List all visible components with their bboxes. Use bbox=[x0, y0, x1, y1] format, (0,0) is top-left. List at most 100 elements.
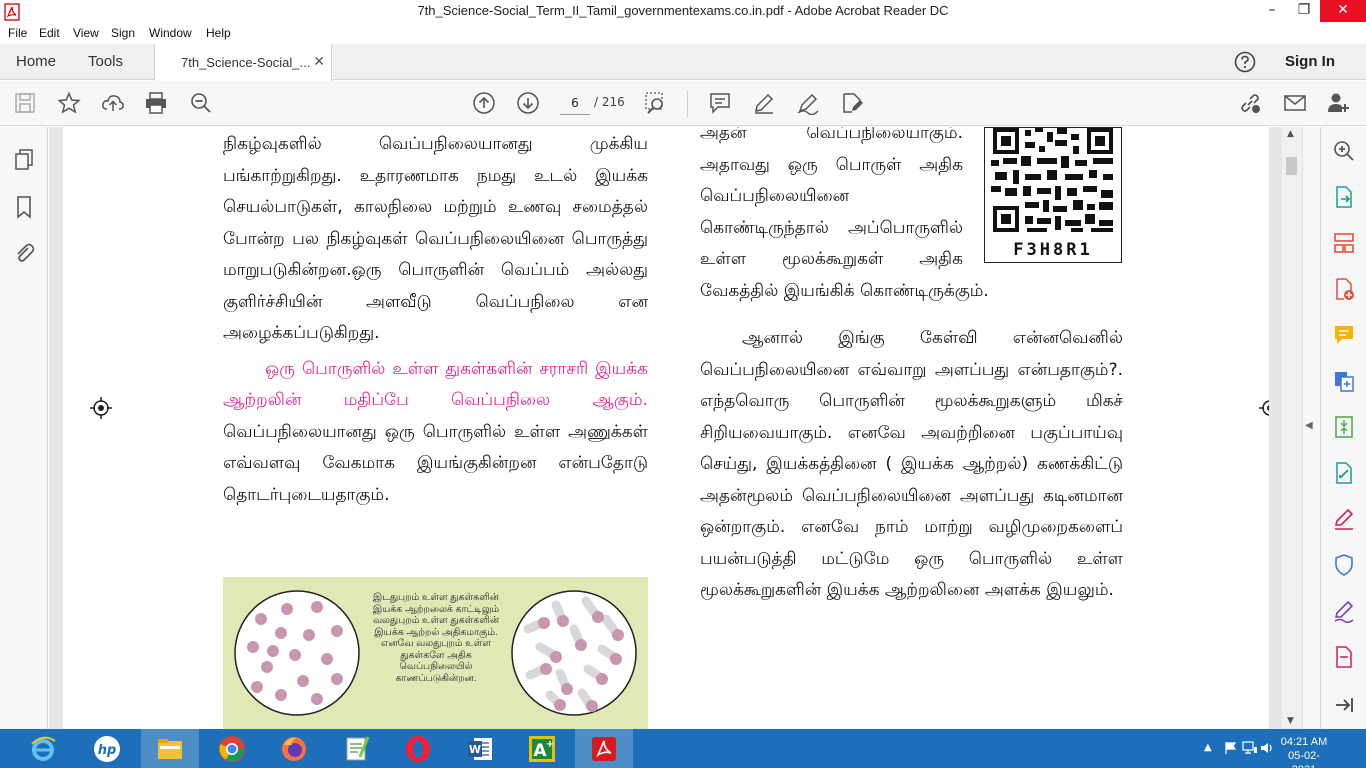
tab-bar: Home Tools 7th_Science-Social_... ✕ Sign… bbox=[0, 44, 1366, 81]
marquee-zoom-icon[interactable] bbox=[644, 91, 668, 115]
draw-freehand-icon[interactable] bbox=[796, 91, 820, 115]
bookmarks-icon[interactable] bbox=[12, 195, 36, 219]
volume-icon[interactable] bbox=[1260, 741, 1274, 755]
acrobat-reader-icon bbox=[592, 737, 616, 761]
taskbar-file-explorer[interactable] bbox=[141, 729, 199, 768]
notepad-plus-icon bbox=[346, 736, 370, 761]
network-icon[interactable] bbox=[1242, 741, 1258, 755]
taskbar-internet-explorer[interactable] bbox=[14, 729, 72, 768]
send-for-signature-icon[interactable] bbox=[1332, 599, 1356, 623]
pan-crosshair-icon bbox=[90, 397, 112, 419]
taskbar-hp[interactable]: hp bbox=[78, 729, 136, 768]
main-toolbar: 6 / 216 bbox=[0, 81, 1366, 126]
bookmark-star-icon[interactable] bbox=[57, 91, 81, 115]
minimize-button[interactable]: – bbox=[1258, 0, 1286, 22]
clock-date: 05-02-2021 bbox=[1288, 750, 1320, 768]
pan-crosshair-right-icon bbox=[1259, 400, 1269, 416]
word-icon: W bbox=[468, 738, 492, 760]
search-zoom-icon[interactable] bbox=[1332, 139, 1356, 163]
close-window-button[interactable]: ✕ bbox=[1320, 0, 1366, 22]
slow-particles-diagram bbox=[234, 590, 360, 716]
taskbar-opera[interactable] bbox=[389, 729, 447, 768]
edit-pdf-icon[interactable] bbox=[1332, 461, 1356, 485]
chrome-icon bbox=[219, 736, 245, 762]
pdf-page: நிகழ்வுகளில் வெப்பநிலையானது முக்கிய பங்க… bbox=[63, 127, 1269, 729]
menu-view[interactable]: View bbox=[73, 26, 99, 40]
organize-pages-icon[interactable] bbox=[1332, 231, 1356, 255]
scroll-up-icon[interactable]: ▲ bbox=[1287, 129, 1294, 139]
maximize-button[interactable]: ❐ bbox=[1290, 0, 1318, 22]
page-thumbnails-icon[interactable] bbox=[12, 147, 36, 171]
fill-sign-tool-icon[interactable] bbox=[1332, 507, 1356, 531]
comment-icon[interactable] bbox=[708, 91, 732, 115]
opera-icon bbox=[406, 736, 430, 762]
zoom-out-icon[interactable] bbox=[189, 91, 213, 115]
taskbar-firefox[interactable] bbox=[265, 729, 323, 768]
menu-edit[interactable]: Edit bbox=[39, 26, 60, 40]
left-column-text: நிகழ்வுகளில் வெப்பநிலையானது முக்கிய பங்க… bbox=[223, 129, 648, 511]
menu-bar: File Edit View Sign Window Help bbox=[0, 24, 1366, 44]
comment-tool-icon[interactable] bbox=[1332, 323, 1356, 347]
add-user-icon[interactable] bbox=[1326, 91, 1350, 115]
figure-caption: இடதுபுறம் உள்ள துகள்களின் இயக்க ஆற்றலைக்… bbox=[372, 592, 500, 684]
share-link-icon[interactable] bbox=[1238, 91, 1262, 115]
save-icon[interactable] bbox=[13, 91, 37, 115]
menu-window[interactable]: Window bbox=[149, 26, 192, 40]
collapse-right-panel-icon[interactable]: ◀ bbox=[1305, 420, 1313, 431]
tab-tools[interactable]: Tools bbox=[88, 53, 123, 70]
toolbar-separator bbox=[687, 91, 688, 117]
windows-taskbar: hp W A+ ▲ 04:21 AM 05-02-2021 bbox=[0, 729, 1366, 768]
clock-time: 04:21 AM bbox=[1280, 736, 1328, 748]
svg-text:hp: hp bbox=[98, 743, 117, 758]
hp-logo-icon: hp bbox=[94, 736, 120, 762]
sign-in-button[interactable]: Sign In bbox=[1285, 53, 1335, 70]
svg-text:+: + bbox=[546, 739, 554, 750]
document-tab-label: 7th_Science-Social_... bbox=[181, 55, 311, 70]
system-clock[interactable]: 04:21 AM 05-02-2021 bbox=[1276, 735, 1332, 768]
fast-particles-diagram bbox=[511, 590, 637, 716]
tab-home[interactable]: Home bbox=[16, 53, 56, 70]
attachments-icon[interactable] bbox=[12, 241, 36, 265]
email-icon[interactable] bbox=[1283, 91, 1307, 115]
firefox-icon bbox=[282, 737, 306, 761]
menu-file[interactable]: File bbox=[8, 26, 27, 40]
collapse-tools-icon[interactable] bbox=[1332, 693, 1356, 717]
protect-shield-icon[interactable] bbox=[1332, 553, 1356, 577]
svg-text:W: W bbox=[469, 743, 481, 756]
taskbar-font-app[interactable]: A + bbox=[513, 729, 571, 768]
tab-document[interactable]: 7th_Science-Social_... ✕ bbox=[154, 44, 332, 81]
menu-help[interactable]: Help bbox=[206, 26, 231, 40]
next-page-icon[interactable] bbox=[516, 91, 540, 115]
export-pdf-icon[interactable] bbox=[1332, 185, 1356, 209]
close-tab-icon[interactable]: ✕ bbox=[313, 53, 325, 70]
title-bar: 7th_Science-Social_Term_II_Tamil_governm… bbox=[0, 0, 1366, 24]
help-icon[interactable] bbox=[1234, 51, 1256, 73]
compress-pdf-icon[interactable] bbox=[1332, 415, 1356, 439]
qr-code-label: F3H8R1 bbox=[1013, 240, 1093, 260]
taskbar-acrobat-reader[interactable] bbox=[575, 729, 633, 768]
file-explorer-icon bbox=[158, 739, 182, 759]
upload-cloud-icon[interactable] bbox=[101, 91, 125, 115]
more-tools-icon[interactable] bbox=[1332, 645, 1356, 669]
highlight-pen-icon[interactable] bbox=[752, 91, 776, 115]
window-title: 7th_Science-Social_Term_II_Tamil_governm… bbox=[417, 3, 949, 18]
combine-files-icon[interactable] bbox=[1332, 369, 1356, 393]
print-icon[interactable] bbox=[144, 91, 168, 115]
taskbar-word[interactable]: W bbox=[451, 729, 509, 768]
create-pdf-icon[interactable] bbox=[1332, 277, 1356, 301]
particle-motion-figure: இடதுபுறம் உள்ள துகள்களின் இயக்க ஆற்றலைக்… bbox=[223, 577, 648, 729]
scroll-down-icon[interactable]: ▼ bbox=[1287, 716, 1294, 726]
page-number-input[interactable]: 6 bbox=[560, 91, 590, 115]
vertical-scrollbar[interactable]: ▲ ▼ bbox=[1282, 127, 1302, 729]
taskbar-notepad-plus[interactable] bbox=[327, 729, 385, 768]
menu-sign[interactable]: Sign bbox=[111, 26, 135, 40]
fill-sign-icon[interactable] bbox=[840, 91, 864, 115]
left-paragraph-2-rest: வெப்பநிலையானது ஒரு பொருளில் உள்ள அணுக்கள… bbox=[223, 421, 648, 505]
scrollbar-thumb[interactable] bbox=[1286, 157, 1297, 175]
document-viewport[interactable]: நிகழ்வுகளில் வெப்பநிலையானது முக்கிய பங்க… bbox=[49, 127, 1282, 729]
tray-expand-icon[interactable]: ▲ bbox=[1204, 742, 1212, 753]
action-center-flag-icon[interactable] bbox=[1224, 741, 1238, 755]
taskbar-chrome[interactable] bbox=[203, 729, 261, 768]
right-tools-panel bbox=[1320, 127, 1366, 729]
previous-page-icon[interactable] bbox=[472, 91, 496, 115]
